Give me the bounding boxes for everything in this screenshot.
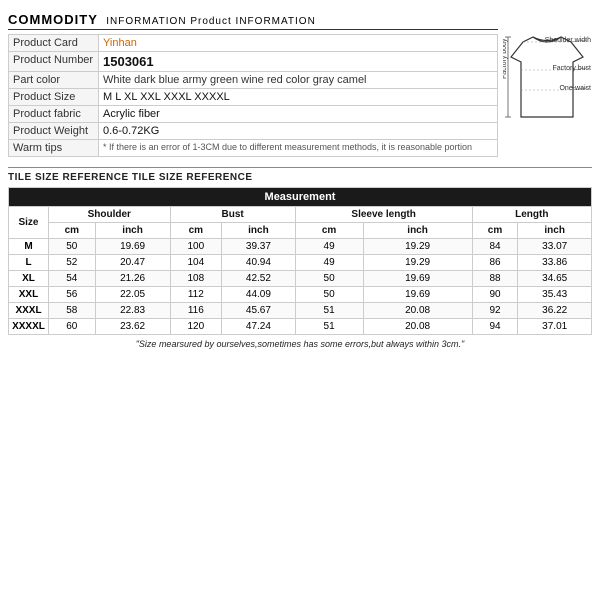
meas-cell-3-8: 35.43 [518, 287, 592, 303]
info-table: Product CardYinhanProduct Number1503061P… [8, 34, 498, 157]
meas-cell-4-1: 58 [49, 303, 96, 319]
info-label-4: Product fabric [9, 106, 99, 123]
info-value-3: M L XL XXL XXXL XXXXL [99, 89, 498, 106]
measurement-table: Measurement Size Shoulder Bust Sleeve le… [8, 187, 592, 335]
bust-inch: inch [222, 223, 296, 239]
meas-cell-5-8: 37.01 [518, 319, 592, 335]
meas-cell-4-8: 36.22 [518, 303, 592, 319]
tile-section-header: TILE SIZE REFERENCE TILE SIZE REFERENCE [8, 172, 592, 183]
meas-cell-1-4: 40.94 [222, 255, 296, 271]
length-cm: cm [472, 223, 518, 239]
meas-cell-2-5: 50 [295, 271, 363, 287]
shoulder-cm: cm [49, 223, 96, 239]
meas-cell-3-5: 50 [295, 287, 363, 303]
svg-text:One-waist: One-waist [559, 85, 591, 92]
info-label-6: Warm tips [9, 140, 99, 157]
meas-cell-5-5: 51 [295, 319, 363, 335]
commodity-subheader: INFORMATION Product INFORMATION [106, 16, 316, 27]
meas-cell-2-1: 54 [49, 271, 96, 287]
garment-diagram: Shoulder width Factory bust One-waist Fa… [502, 12, 592, 127]
diagram-svg: Shoulder width Factory bust One-waist Fa… [503, 12, 591, 127]
bust-cm: cm [170, 223, 222, 239]
meas-cell-2-2: 21.26 [95, 271, 170, 287]
shoulder-header: Shoulder [49, 207, 171, 223]
meas-cell-4-7: 92 [472, 303, 518, 319]
meas-cell-4-2: 22.83 [95, 303, 170, 319]
meas-cell-1-8: 33.86 [518, 255, 592, 271]
info-label-2: Part color [9, 72, 99, 89]
sleeve-cm: cm [295, 223, 363, 239]
meas-cell-2-8: 34.65 [518, 271, 592, 287]
meas-cell-2-4: 42.52 [222, 271, 296, 287]
meas-cell-5-7: 94 [472, 319, 518, 335]
meas-cell-5-2: 23.62 [95, 319, 170, 335]
meas-cell-1-0: L [9, 255, 49, 271]
sleeve-header: Sleeve length [295, 207, 472, 223]
meas-cell-0-7: 84 [472, 239, 518, 255]
svg-text:Factory body: Factory body [503, 38, 508, 79]
meas-cell-4-3: 116 [170, 303, 222, 319]
meas-cell-1-6: 19.29 [363, 255, 472, 271]
meas-cell-1-7: 86 [472, 255, 518, 271]
meas-cell-3-1: 56 [49, 287, 96, 303]
meas-cell-0-3: 100 [170, 239, 222, 255]
meas-cell-0-1: 50 [49, 239, 96, 255]
meas-cell-1-2: 20.47 [95, 255, 170, 271]
meas-cell-3-0: XXL [9, 287, 49, 303]
info-label-0: Product Card [9, 35, 99, 52]
length-inch: inch [518, 223, 592, 239]
meas-cell-4-5: 51 [295, 303, 363, 319]
meas-cell-2-0: XL [9, 271, 49, 287]
info-label-3: Product Size [9, 89, 99, 106]
meas-cell-1-1: 52 [49, 255, 96, 271]
meas-cell-5-6: 20.08 [363, 319, 472, 335]
size-header: Size [9, 207, 49, 239]
info-value-6: * If there is an error of 1-3CM due to d… [99, 140, 498, 157]
shoulder-inch: inch [95, 223, 170, 239]
bust-header: Bust [170, 207, 295, 223]
meas-cell-3-3: 112 [170, 287, 222, 303]
meas-cell-3-6: 19.69 [363, 287, 472, 303]
meas-cell-0-2: 19.69 [95, 239, 170, 255]
divider [8, 167, 592, 168]
meas-cell-2-7: 88 [472, 271, 518, 287]
info-value-2: White dark blue army green wine red colo… [99, 72, 498, 89]
meas-cell-1-3: 104 [170, 255, 222, 271]
info-label-1: Product Number [9, 52, 99, 72]
meas-cell-5-0: XXXXL [9, 319, 49, 335]
meas-cell-5-1: 60 [49, 319, 96, 335]
meas-cell-5-4: 47.24 [222, 319, 296, 335]
meas-cell-4-0: XXXL [9, 303, 49, 319]
meas-cell-0-5: 49 [295, 239, 363, 255]
commodity-header: COMMODITY INFORMATION Product INFORMATIO… [8, 12, 498, 30]
info-value-4: Acrylic fiber [99, 106, 498, 123]
meas-cell-4-6: 20.08 [363, 303, 472, 319]
info-value-0: Yinhan [99, 35, 498, 52]
info-label-5: Product Weight [9, 123, 99, 140]
meas-cell-4-4: 45.67 [222, 303, 296, 319]
info-value-5: 0.6-0.72KG [99, 123, 498, 140]
meas-cell-0-4: 39.37 [222, 239, 296, 255]
meas-cell-0-8: 33.07 [518, 239, 592, 255]
meas-cell-3-7: 90 [472, 287, 518, 303]
meas-cell-2-6: 19.69 [363, 271, 472, 287]
meas-cell-0-6: 19.29 [363, 239, 472, 255]
meas-cell-5-3: 120 [170, 319, 222, 335]
length-header: Length [472, 207, 591, 223]
measurement-title: Measurement [9, 188, 592, 207]
meas-cell-3-4: 44.09 [222, 287, 296, 303]
sleeve-inch: inch [363, 223, 472, 239]
measurement-note: "Size mearsured by ourselves,sometimes h… [8, 339, 592, 349]
meas-cell-3-2: 22.05 [95, 287, 170, 303]
meas-cell-2-3: 108 [170, 271, 222, 287]
info-value-1: 1503061 [99, 52, 498, 72]
meas-cell-0-0: M [9, 239, 49, 255]
commodity-title: COMMODITY [8, 12, 98, 27]
page-wrapper: COMMODITY INFORMATION Product INFORMATIO… [0, 0, 600, 600]
meas-cell-1-5: 49 [295, 255, 363, 271]
